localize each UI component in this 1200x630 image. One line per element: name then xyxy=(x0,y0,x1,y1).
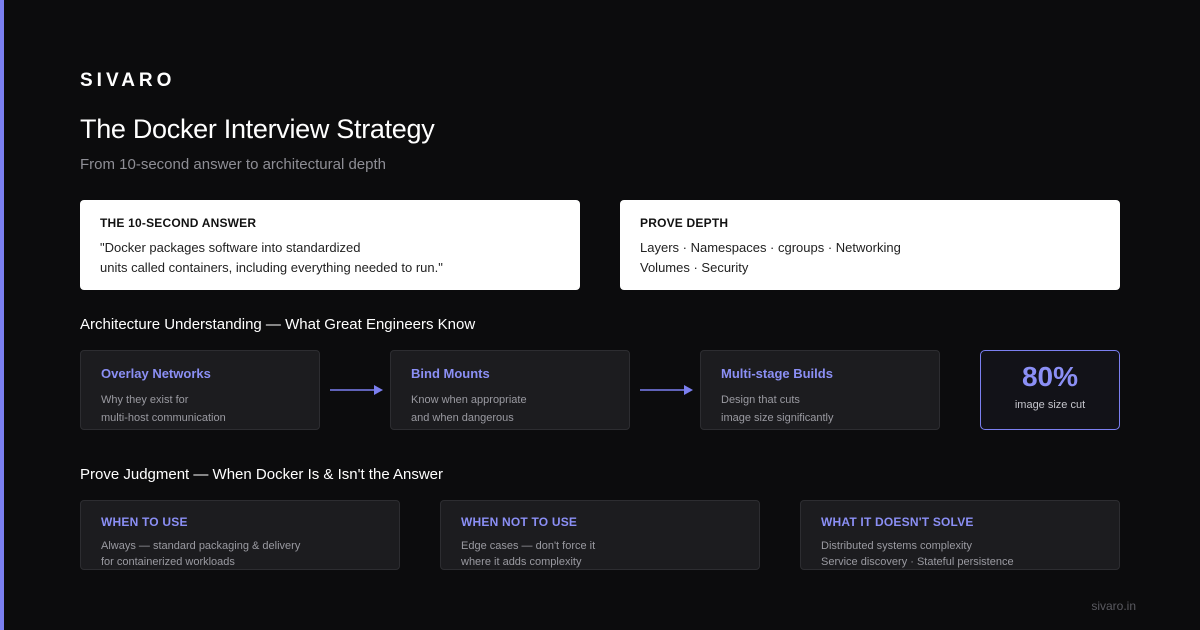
arrow-right-icon xyxy=(640,385,693,395)
quick-answer-card: THE 10-SECOND ANSWER "Docker packages so… xyxy=(80,200,580,290)
judgment-card-when-not-to-use: WHEN NOT TO USE Edge cases — don't force… xyxy=(440,500,760,570)
accent-bar xyxy=(0,0,4,630)
judgment-card-title: WHAT IT DOESN'T SOLVE xyxy=(821,515,974,529)
arch-card-line: Why they exist for xyxy=(101,394,189,406)
prove-depth-heading: PROVE DEPTH xyxy=(640,216,729,230)
page-title: The Docker Interview Strategy xyxy=(80,114,435,144)
judgment-card-line: Edge cases — don't force it xyxy=(461,540,596,552)
judgment-card-line: Distributed systems complexity xyxy=(821,540,972,552)
arch-card-line: Design that cuts xyxy=(721,394,800,406)
arch-card-multi-stage-builds: Multi-stage Builds Design that cuts imag… xyxy=(700,350,940,430)
architecture-section-title: Architecture Understanding — What Great … xyxy=(80,316,476,333)
stat-value: 80% xyxy=(1021,361,1079,392)
arch-card-line: image size significantly xyxy=(721,412,834,424)
judgment-card-line: Always — standard packaging & delivery xyxy=(101,540,301,552)
prove-depth-card: PROVE DEPTH Layers · Namespaces · cgroup… xyxy=(620,200,1120,290)
page-subtitle: From 10-second answer to architectural d… xyxy=(80,156,386,173)
arch-card-title: Multi-stage Builds xyxy=(721,366,833,381)
judgment-card-title: WHEN TO USE xyxy=(101,515,188,529)
judgment-card-title: WHEN NOT TO USE xyxy=(461,515,578,529)
stat-label: image size cut xyxy=(1014,399,1086,411)
arch-card-line: multi-host communication xyxy=(101,412,226,424)
brand-logo: SIVARO xyxy=(80,70,176,91)
prove-depth-line: Layers · Namespaces · cgroups · Networki… xyxy=(640,240,901,255)
judgment-card-line: where it adds complexity xyxy=(461,556,582,568)
judgment-card-when-to-use: WHEN TO USE Always — standard packaging … xyxy=(80,500,400,570)
arch-card-title: Overlay Networks xyxy=(101,366,211,381)
judgment-section-title: Prove Judgment — When Docker Is & Isn't … xyxy=(80,466,444,483)
arrow-right-icon xyxy=(330,385,383,395)
prove-depth-line: Volumes · Security xyxy=(640,260,749,275)
quick-answer-line: "Docker packages software into standardi… xyxy=(100,240,361,255)
judgment-card-line: for containerized workloads xyxy=(101,556,235,568)
quick-answer-heading: THE 10-SECOND ANSWER xyxy=(100,216,257,230)
arch-card-line: and when dangerous xyxy=(411,412,514,424)
judgment-card-what-it-doesnt-solve: WHAT IT DOESN'T SOLVE Distributed system… xyxy=(800,500,1120,570)
quick-answer-line: units called containers, including every… xyxy=(100,260,443,275)
stat-card: 80% image size cut xyxy=(980,350,1120,430)
arch-card-overlay-networks: Overlay Networks Why they exist for mult… xyxy=(80,350,320,430)
judgment-card-line: Service discovery · Stateful persistence xyxy=(821,556,1014,568)
arch-card-line: Know when appropriate xyxy=(411,394,527,406)
arch-card-bind-mounts: Bind Mounts Know when appropriate and wh… xyxy=(390,350,630,430)
footer-url: sivaro.in xyxy=(1091,599,1136,613)
arch-card-title: Bind Mounts xyxy=(411,366,490,381)
